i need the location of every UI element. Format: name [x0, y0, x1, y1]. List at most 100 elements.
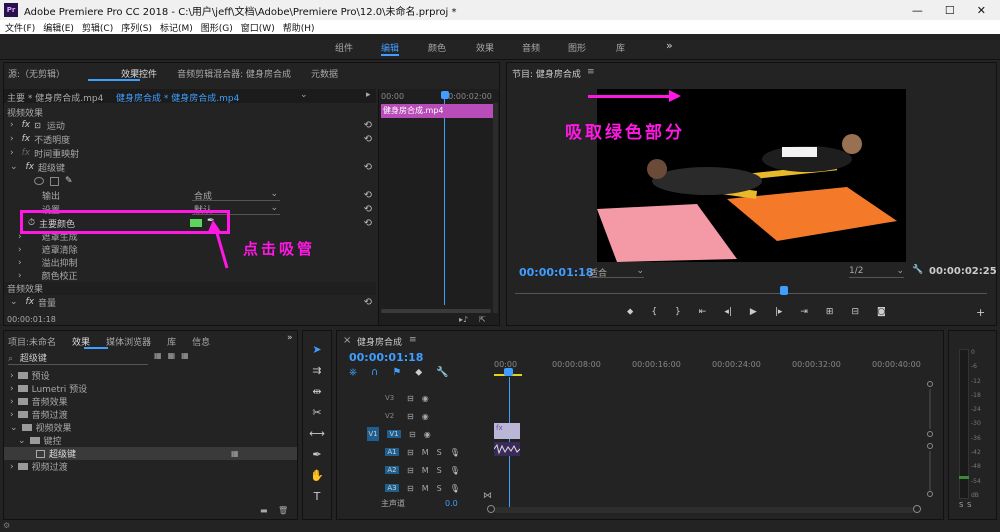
- collapse-chevron-icon[interactable]: ⌄: [18, 436, 26, 446]
- mute-button[interactable]: M: [422, 484, 429, 493]
- fx-badge[interactable]: fx: [26, 162, 35, 172]
- expand-chevron-icon[interactable]: ›: [10, 462, 14, 472]
- tree-item[interactable]: › 音频效果: [4, 395, 297, 409]
- fx-badge[interactable]: fx: [22, 148, 31, 158]
- status-icon[interactable]: ⚙: [3, 521, 10, 530]
- menu-sequence[interactable]: 序列(S): [121, 21, 152, 34]
- solo-button[interactable]: S: [437, 466, 442, 475]
- timeline-playhead[interactable]: [504, 368, 513, 376]
- sync-lock-icon[interactable]: ⊟: [409, 430, 416, 439]
- workspace-assembly[interactable]: 组件: [335, 41, 353, 54]
- menu-file[interactable]: 文件(F): [5, 21, 35, 34]
- solo-left-button[interactable]: S: [959, 501, 963, 509]
- tree-item[interactable]: › 预设: [4, 369, 297, 383]
- ellipse-mask-icon[interactable]: [34, 177, 44, 185]
- tab-libraries[interactable]: 库: [167, 335, 176, 348]
- timeline-close-icon[interactable]: ×: [343, 335, 351, 346]
- tree-item[interactable]: › 音频过渡: [4, 408, 297, 422]
- play-icon[interactable]: ▶: [750, 307, 757, 317]
- zoom-handle[interactable]: [927, 381, 933, 387]
- filter-icon[interactable]: ▸♪: [459, 315, 468, 324]
- go-to-in-icon[interactable]: ⇤: [699, 307, 707, 317]
- program-timecode[interactable]: 00:00:01:18: [519, 266, 593, 279]
- track-label[interactable]: V3: [385, 394, 399, 402]
- microphone-icon[interactable]: 🎙: [450, 484, 460, 493]
- mark-out-icon[interactable]: }: [675, 307, 681, 317]
- expand-chevron-icon[interactable]: ›: [10, 371, 14, 381]
- collapse-chevron-icon[interactable]: ⌄: [10, 297, 18, 307]
- panel-scrollbar[interactable]: [493, 103, 498, 313]
- scroll-end-handle[interactable]: [913, 505, 921, 513]
- reset-icon[interactable]: ⟲: [364, 297, 372, 308]
- step-back-icon[interactable]: ◂|: [724, 307, 732, 317]
- pen-tool-icon[interactable]: ✒: [312, 448, 321, 461]
- reset-icon[interactable]: ⟲: [364, 204, 372, 215]
- sync-lock-icon[interactable]: ⊟: [407, 394, 414, 403]
- workspace-graphics[interactable]: 图形: [568, 41, 586, 54]
- sub-row[interactable]: › 颜色校正: [4, 269, 376, 283]
- close-button[interactable]: ✕: [977, 4, 986, 17]
- track-select-tool-icon[interactable]: ⇉: [312, 364, 321, 377]
- program-scrubber[interactable]: [515, 286, 987, 300]
- mini-clip-bar[interactable]: 健身房合成.mp4: [381, 104, 494, 118]
- track-label[interactable]: A3: [385, 484, 399, 492]
- add-button[interactable]: +: [976, 306, 985, 319]
- expand-chevron-icon[interactable]: ›: [10, 148, 14, 158]
- expand-chevron-icon[interactable]: ›: [10, 384, 14, 394]
- nest-icon[interactable]: ⎈: [349, 367, 357, 378]
- workspace-effects[interactable]: 效果: [476, 41, 494, 54]
- workspace-editing[interactable]: 编辑: [381, 41, 399, 54]
- tab-info[interactable]: 信息: [192, 335, 210, 348]
- clip-dropdown-icon[interactable]: ⌄: [300, 90, 308, 100]
- track-label[interactable]: A2: [385, 466, 399, 474]
- tree-item[interactable]: › 视频过渡: [4, 460, 297, 474]
- effect-row-ultra-key[interactable]: ⌄ fx 超级键 ⟲: [4, 160, 376, 174]
- go-to-out-icon[interactable]: ⇥: [800, 307, 808, 317]
- razor-tool-icon[interactable]: ✂: [312, 406, 321, 419]
- microphone-icon[interactable]: 🎙: [450, 448, 460, 457]
- add-marker-icon[interactable]: ⬥: [415, 367, 422, 378]
- workspace-color[interactable]: 颜色: [428, 41, 446, 54]
- source-patch-v1[interactable]: V1: [367, 427, 379, 441]
- fx-badge[interactable]: fx: [26, 297, 35, 307]
- lift-icon[interactable]: ⊞: [826, 307, 834, 317]
- effect-row-motion[interactable]: › fx ⊡ 运动 ⟲: [4, 118, 376, 132]
- tree-item[interactable]: › Lumetri 预设: [4, 382, 297, 396]
- sequence-tab[interactable]: 健身房合成: [357, 335, 402, 348]
- effect-row-opacity[interactable]: › fx 不透明度 ⟲: [4, 132, 376, 146]
- audio-scrollbar[interactable]: [929, 451, 931, 491]
- video-scrollbar[interactable]: [929, 389, 931, 429]
- mini-playhead[interactable]: [441, 91, 449, 99]
- solo-button[interactable]: S: [437, 448, 442, 457]
- tab-media-browser[interactable]: 媒体浏览器: [106, 335, 151, 348]
- expand-chevron-icon[interactable]: ›: [18, 245, 22, 255]
- zoom-dropdown[interactable]: 适合 ⌄: [589, 266, 644, 279]
- expand-chevron-icon[interactable]: ›: [18, 258, 22, 268]
- zoom-handle[interactable]: [927, 491, 933, 497]
- tree-item[interactable]: ⌄ 视频效果: [4, 421, 297, 435]
- add-marker-icon[interactable]: ⬥: [627, 307, 633, 317]
- menu-help[interactable]: 帮助(H): [283, 21, 315, 34]
- scroll-start-handle[interactable]: [487, 505, 495, 513]
- expand-chevron-icon[interactable]: ›: [10, 410, 14, 420]
- sync-lock-icon[interactable]: ⊟: [407, 412, 414, 421]
- effect-row-time-remap[interactable]: › fx 时间重映射: [4, 146, 376, 160]
- type-tool-icon[interactable]: T: [314, 490, 321, 503]
- export-frame-icon[interactable]: ◙: [877, 307, 886, 317]
- expand-chevron-icon[interactable]: ›: [10, 134, 14, 144]
- settings-wrench-icon[interactable]: 🔧: [912, 265, 923, 275]
- track-label[interactable]: V1: [387, 430, 401, 438]
- linked-selection-icon[interactable]: ⚑: [392, 367, 401, 378]
- mute-button[interactable]: M: [422, 448, 429, 457]
- maximize-button[interactable]: ☐: [945, 4, 955, 17]
- master-volume[interactable]: 0.0: [445, 499, 458, 508]
- sync-lock-icon[interactable]: ⊟: [407, 484, 414, 493]
- video-clip-v1[interactable]: fx: [494, 423, 520, 439]
- clip-expand-icon[interactable]: ▸: [366, 90, 371, 100]
- reset-icon[interactable]: ⟲: [364, 218, 372, 229]
- workspace-libraries[interactable]: 库: [616, 41, 625, 54]
- sub-row[interactable]: › 遮罩清除: [4, 243, 376, 257]
- reset-icon[interactable]: ⟲: [364, 120, 372, 131]
- fx-badge[interactable]: fx: [22, 120, 31, 130]
- track-label[interactable]: A1: [385, 448, 399, 456]
